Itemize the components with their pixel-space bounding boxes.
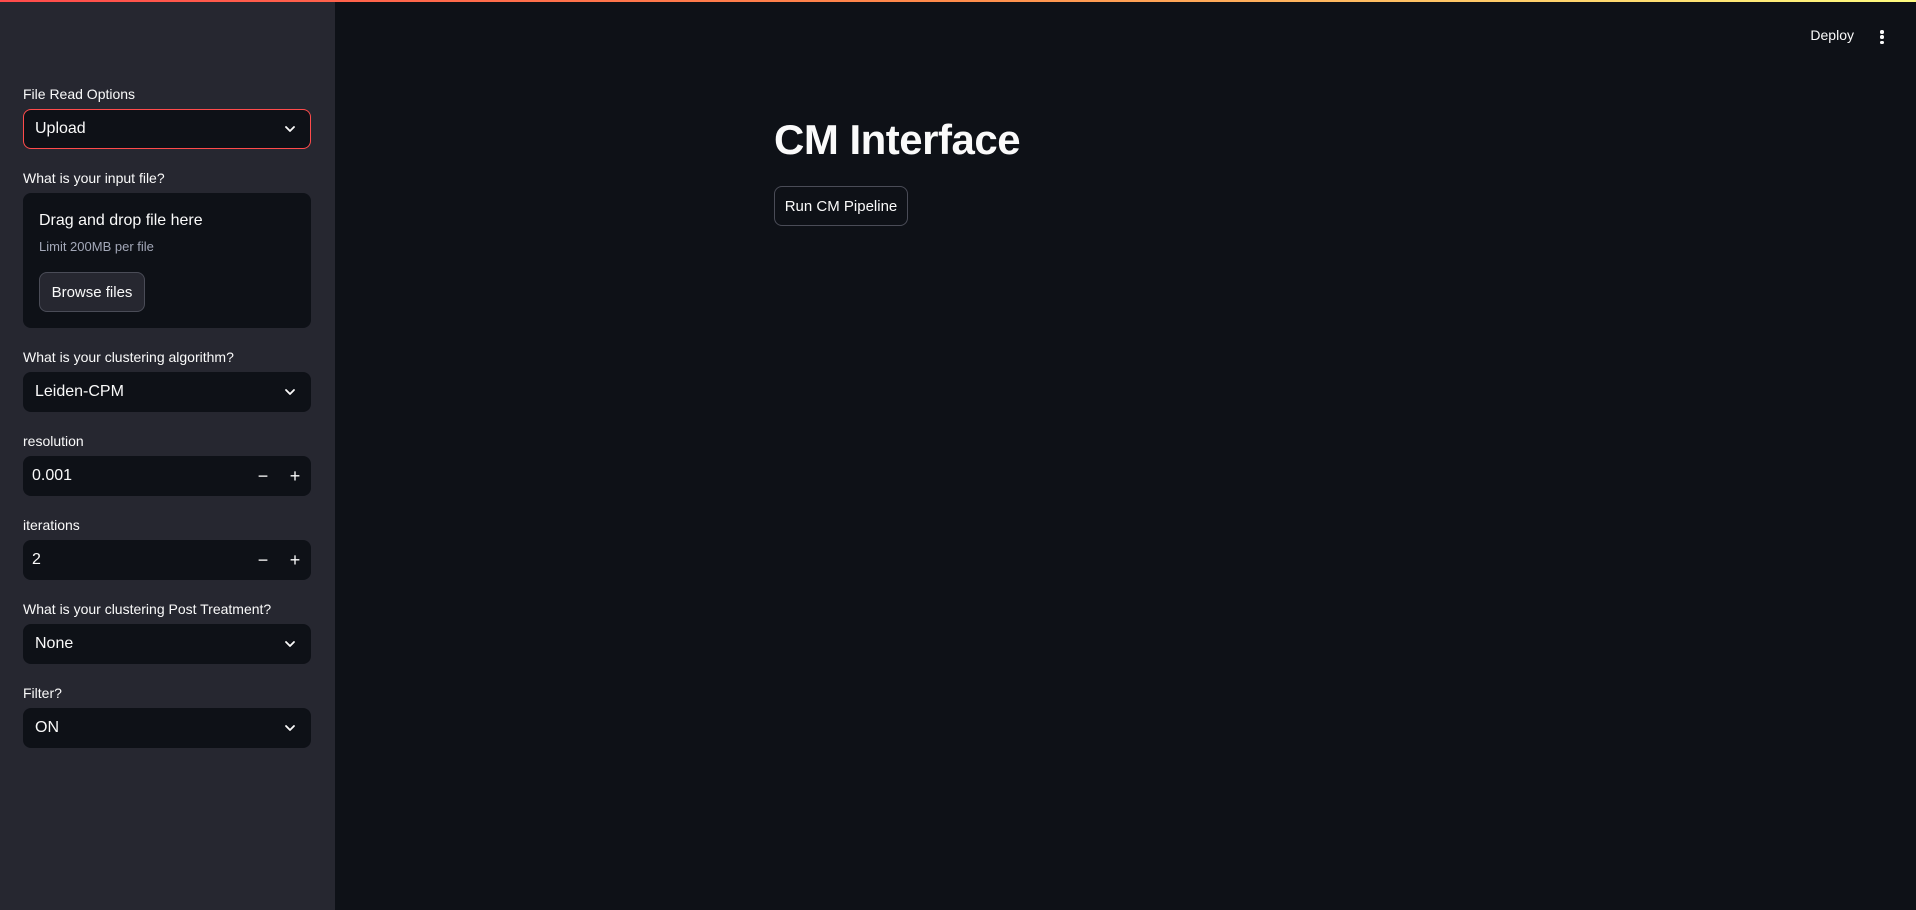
clustering-algorithm-label: What is your clustering algorithm? — [23, 349, 234, 365]
file-read-options-label: File Read Options — [23, 86, 136, 102]
kebab-dot — [1880, 35, 1884, 39]
top-decoration-stripe — [0, 0, 1916, 2]
input-file-label: What is your input file? — [23, 170, 165, 186]
chevron-down-icon — [281, 635, 299, 653]
resolution-number-input: 0.001 − + — [23, 456, 311, 496]
chevron-down-icon — [281, 120, 299, 138]
file-read-options-value: Upload — [35, 120, 86, 137]
deploy-button[interactable]: Deploy — [1810, 27, 1854, 43]
dropzone-title: Drag and drop file here — [39, 212, 203, 229]
resolution-label: resolution — [23, 433, 84, 449]
filter-value: ON — [35, 719, 59, 736]
clustering-algorithm-select[interactable]: Leiden-CPM — [23, 372, 311, 412]
clustering-algorithm-value: Leiden-CPM — [35, 383, 124, 400]
main-area — [335, 0, 1916, 910]
iterations-value[interactable]: 2 — [23, 551, 247, 569]
browse-files-button[interactable]: Browse files — [39, 272, 145, 312]
resolution-increment-button[interactable]: + — [279, 456, 311, 496]
file-read-options-select[interactable]: Upload — [23, 109, 311, 149]
filter-select[interactable]: ON — [23, 708, 311, 748]
kebab-dot — [1880, 40, 1884, 44]
file-dropzone[interactable]: Drag and drop file here Limit 200MB per … — [23, 193, 311, 328]
post-treatment-value: None — [35, 635, 74, 652]
dropzone-limit: Limit 200MB per file — [39, 239, 154, 254]
resolution-decrement-button[interactable]: − — [247, 456, 279, 496]
chevron-down-icon — [281, 719, 299, 737]
iterations-number-input: 2 − + — [23, 540, 311, 580]
filter-label: Filter? — [23, 685, 62, 701]
page-title: CM Interface — [774, 116, 1021, 163]
sidebar: File Read Options Upload What is your in… — [0, 0, 335, 910]
post-treatment-select[interactable]: None — [23, 624, 311, 664]
iterations-label: iterations — [23, 517, 80, 533]
resolution-value[interactable]: 0.001 — [23, 467, 247, 485]
kebab-menu-icon[interactable] — [1876, 27, 1888, 47]
run-cm-pipeline-button[interactable]: Run CM Pipeline — [774, 186, 908, 226]
kebab-dot — [1880, 30, 1884, 34]
chevron-down-icon — [281, 383, 299, 401]
iterations-increment-button[interactable]: + — [279, 540, 311, 580]
iterations-decrement-button[interactable]: − — [247, 540, 279, 580]
post-treatment-label: What is your clustering Post Treatment? — [23, 601, 272, 617]
